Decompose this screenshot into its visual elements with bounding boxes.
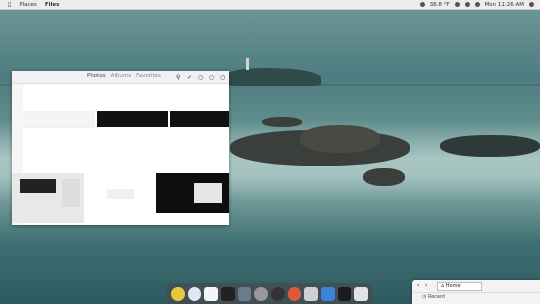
battery-icon[interactable] bbox=[474, 2, 480, 7]
calendar-icon[interactable] bbox=[204, 286, 219, 301]
home-icon: ⌂ bbox=[441, 283, 445, 289]
search-icon[interactable]: ⚲ bbox=[176, 74, 181, 81]
camera-icon[interactable] bbox=[354, 286, 369, 301]
photo-thumbnail[interactable] bbox=[107, 189, 134, 199]
clock-icon: ◷ bbox=[422, 294, 427, 300]
network-icon[interactable] bbox=[454, 2, 460, 7]
chrome-icon[interactable] bbox=[171, 286, 185, 301]
dock bbox=[167, 283, 372, 304]
monitor-icon[interactable] bbox=[287, 286, 302, 301]
apple-logo-icon[interactable]:  bbox=[8, 2, 11, 8]
maximize-icon[interactable]: ○ bbox=[209, 74, 214, 81]
tab-albums[interactable]: Albums bbox=[111, 73, 132, 79]
menu-places[interactable]: Places bbox=[19, 2, 37, 8]
photos-icon[interactable] bbox=[304, 286, 319, 301]
volume-icon[interactable] bbox=[464, 2, 470, 7]
lighthouse bbox=[246, 58, 249, 70]
settings-icon[interactable] bbox=[254, 286, 269, 301]
file-manager-window[interactable]: ‹ › ⌂ Home ◷ Recent bbox=[412, 280, 540, 304]
rock bbox=[300, 125, 380, 153]
rock bbox=[262, 117, 302, 127]
photos-window[interactable]: Photos Albums Favorites ⚲ ✓ ○ ○ ○ bbox=[12, 71, 229, 225]
home-path-button[interactable]: ⌂ Home bbox=[437, 282, 482, 291]
menu-files[interactable]: Files bbox=[45, 2, 60, 8]
app-icon[interactable] bbox=[321, 286, 335, 301]
photo-thumbnail[interactable] bbox=[12, 173, 84, 223]
island bbox=[226, 68, 321, 86]
sidebar-item-recent[interactable]: ◷ Recent bbox=[422, 294, 445, 300]
rock bbox=[363, 168, 405, 186]
check-icon[interactable]: ✓ bbox=[187, 74, 192, 81]
rock bbox=[440, 135, 540, 157]
tab-photos[interactable]: Photos bbox=[87, 73, 106, 79]
photo-thumbnail[interactable] bbox=[156, 173, 229, 213]
user-icon[interactable] bbox=[529, 2, 534, 7]
photo-thumbnail[interactable] bbox=[170, 111, 229, 127]
back-icon[interactable]: ‹ bbox=[417, 282, 419, 289]
forward-icon[interactable]: › bbox=[425, 282, 427, 289]
file-manager-toolbar: ‹ › ⌂ Home bbox=[412, 280, 540, 293]
clock[interactable]: Mon 11:26 AM bbox=[485, 2, 524, 8]
steam-icon[interactable] bbox=[271, 286, 285, 301]
system-icon[interactable] bbox=[419, 2, 425, 7]
close-icon[interactable]: ○ bbox=[220, 74, 225, 81]
recent-label: Recent bbox=[427, 294, 446, 300]
photo-thumbnail[interactable] bbox=[97, 111, 168, 127]
safari-icon[interactable] bbox=[187, 286, 202, 301]
minimize-icon[interactable]: ○ bbox=[198, 74, 203, 81]
weather-label[interactable]: 38.8 °F bbox=[430, 2, 450, 8]
home-label: Home bbox=[445, 283, 461, 289]
terminal-icon[interactable] bbox=[337, 286, 352, 301]
files-icon[interactable] bbox=[237, 286, 252, 301]
photo-thumbnail[interactable] bbox=[23, 111, 95, 128]
top-panel:  Places Files 38.8 °F Mon 11:26 AM bbox=[0, 0, 540, 10]
terminal-icon[interactable] bbox=[221, 286, 235, 301]
tab-favorites[interactable]: Favorites bbox=[136, 73, 161, 79]
photos-titlebar[interactable]: Photos Albums Favorites ⚲ ✓ ○ ○ ○ bbox=[12, 71, 229, 84]
